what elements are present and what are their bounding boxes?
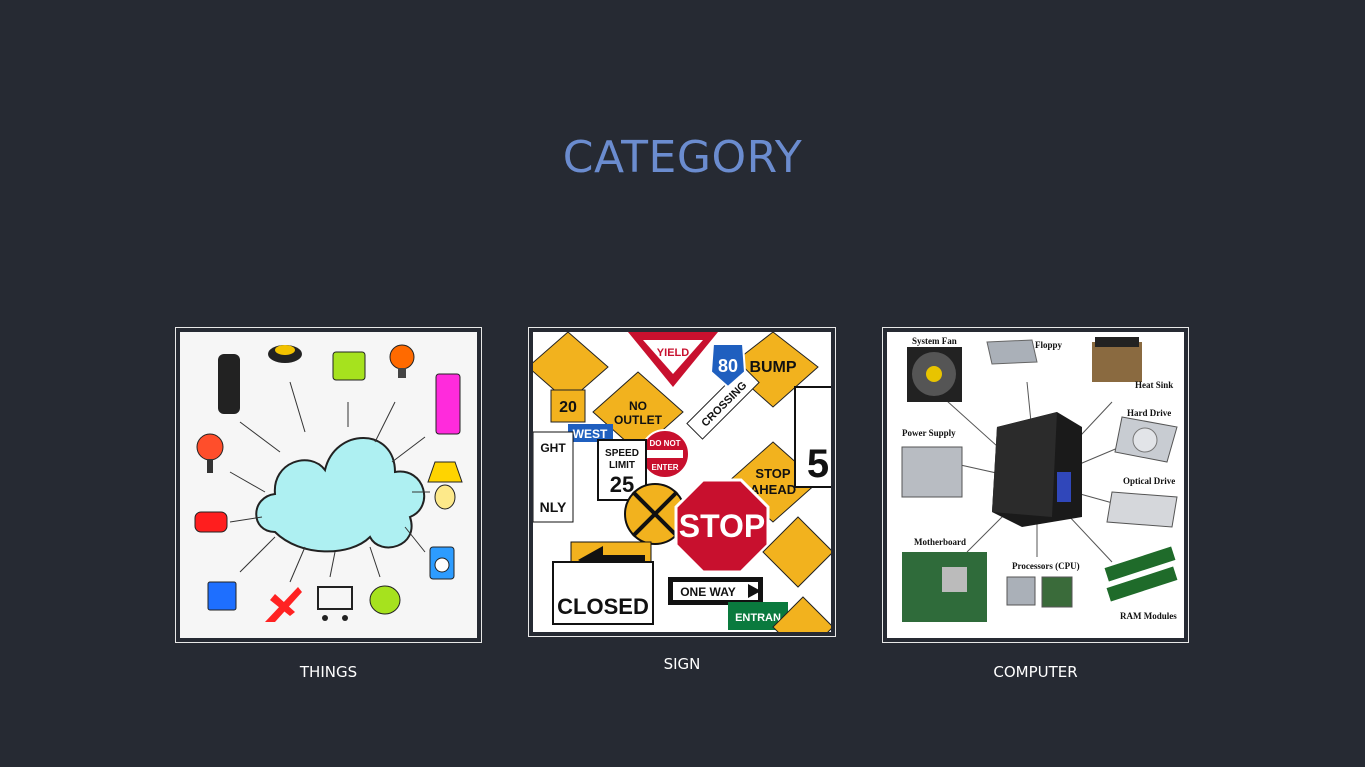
category-label-sign[interactable]: SIGN	[528, 655, 836, 673]
category-label-computer[interactable]: COMPUTER	[882, 663, 1189, 681]
sign-text-west: WEST	[573, 427, 608, 441]
category-image-frame[interactable]: System Fan Floppy Heat Sink Hard Drive P…	[882, 327, 1189, 643]
part-label-floppy: Floppy	[1035, 340, 1063, 350]
svg-text:ENTRAN: ENTRAN	[735, 612, 781, 624]
svg-text:STOP: STOP	[755, 466, 790, 481]
svg-text:25: 25	[610, 472, 634, 497]
page-title: CATEGORY	[562, 132, 803, 183]
part-label-ram-modules: RAM Modules	[1120, 611, 1177, 621]
category-card-computer[interactable]: System Fan Floppy Heat Sink Hard Drive P…	[882, 327, 1189, 687]
category-label-things[interactable]: THINGS	[175, 663, 482, 681]
svg-text:ENTER: ENTER	[651, 463, 678, 472]
svg-text:DO NOT: DO NOT	[649, 439, 680, 448]
sign-image[interactable]: YIELD BUMP NO OUTLET CROSSING 80 20 WEST…	[533, 332, 831, 632]
svg-text:LIMIT: LIMIT	[609, 460, 635, 471]
part-label-hard-drive: Hard Drive	[1127, 408, 1171, 418]
svg-text:OUTLET: OUTLET	[614, 413, 663, 427]
sign-text-bump: BUMP	[749, 359, 796, 376]
part-label-motherboard: Motherboard	[914, 537, 966, 547]
svg-text:SPEED: SPEED	[605, 448, 639, 459]
svg-text:CLOSED: CLOSED	[557, 594, 649, 619]
part-label-system-fan: System Fan	[912, 336, 957, 346]
part-label-heat-sink: Heat Sink	[1135, 380, 1173, 390]
category-card-things[interactable]: THINGS	[175, 327, 482, 687]
category-image-frame[interactable]	[175, 327, 482, 643]
sign-text-stop: STOP	[679, 508, 766, 544]
sign-text-one-way: ONE WAY	[680, 585, 736, 599]
category-page: CATEGORY THINGS YIELD BUMP NO OUTLET CRO…	[0, 0, 1365, 767]
svg-text:NO: NO	[629, 399, 647, 413]
svg-text:NLY: NLY	[540, 499, 567, 515]
sign-text-80: 80	[718, 356, 738, 376]
part-label-power-supply: Power Supply	[902, 428, 956, 438]
category-image-frame[interactable]: YIELD BUMP NO OUTLET CROSSING 80 20 WEST…	[528, 327, 836, 637]
sign-text-20: 20	[559, 399, 577, 416]
computer-image[interactable]: System Fan Floppy Heat Sink Hard Drive P…	[887, 332, 1184, 638]
part-label-processors: Processors (CPU)	[1012, 561, 1080, 571]
things-image[interactable]	[180, 332, 477, 638]
svg-text:5: 5	[807, 442, 829, 486]
part-label-optical-drive: Optical Drive	[1123, 476, 1175, 486]
sign-text-yield: YIELD	[657, 347, 689, 359]
svg-text:GHT: GHT	[540, 441, 566, 455]
category-card-sign[interactable]: YIELD BUMP NO OUTLET CROSSING 80 20 WEST…	[528, 327, 836, 677]
